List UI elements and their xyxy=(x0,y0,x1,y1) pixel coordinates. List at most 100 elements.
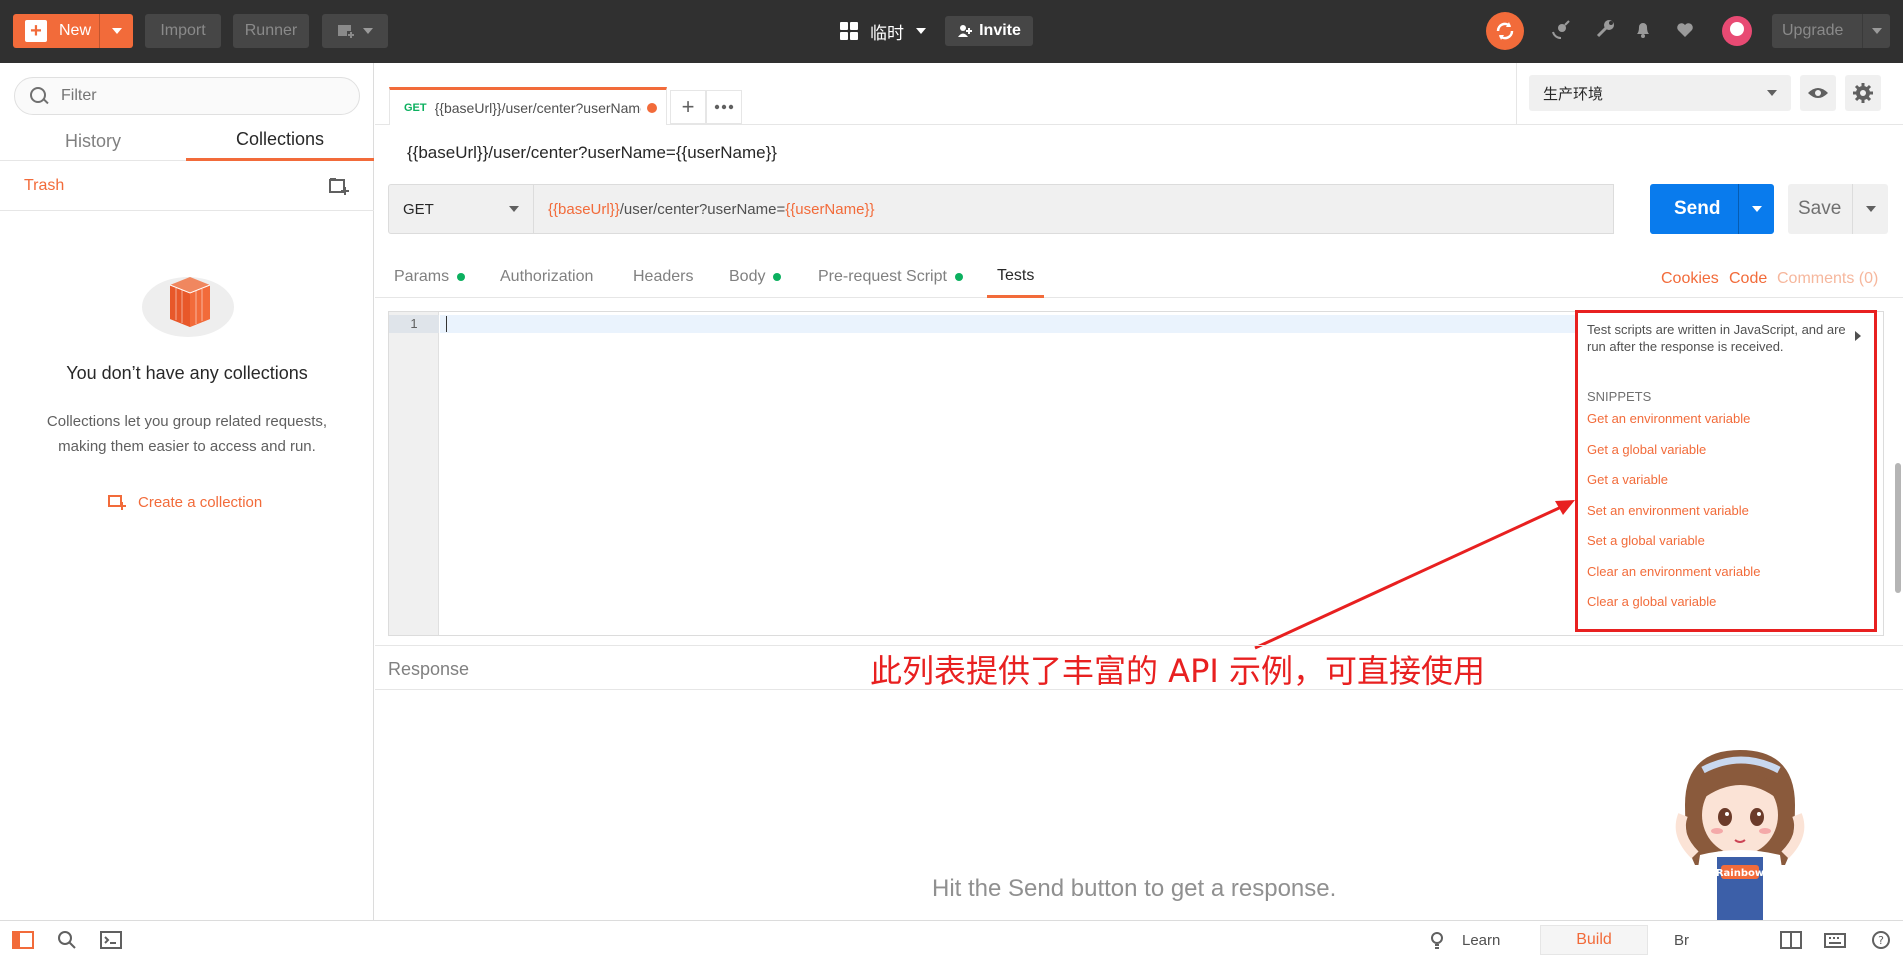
sync-status-button[interactable] xyxy=(1486,12,1524,50)
tab-tests[interactable]: Tests xyxy=(987,256,1045,298)
method-value: GET xyxy=(403,200,434,218)
send-dropdown[interactable] xyxy=(1738,184,1774,234)
filter-input[interactable] xyxy=(61,87,341,105)
line-number: 1 xyxy=(389,315,439,333)
chevron-down-icon xyxy=(1871,28,1882,34)
chevron-down-icon xyxy=(363,28,373,34)
environment-quicklook-button[interactable] xyxy=(1800,75,1836,111)
save-button[interactable]: Save xyxy=(1788,184,1888,234)
annotation-highlight-box xyxy=(1575,310,1877,632)
add-window-icon xyxy=(338,25,355,39)
two-pane-view-icon[interactable] xyxy=(1780,930,1802,950)
new-tab-button[interactable]: + xyxy=(670,90,706,124)
sync-icon xyxy=(1496,22,1514,40)
chevron-down-icon xyxy=(509,206,519,212)
status-dot xyxy=(954,273,963,281)
send-button[interactable]: Send xyxy=(1650,184,1774,234)
empty-collections-description: Collections let you group related reques… xyxy=(46,413,328,455)
line-gutter: 1 xyxy=(389,312,439,635)
toggle-sidebar-icon[interactable] xyxy=(12,930,34,950)
chevron-down-icon xyxy=(1767,90,1777,96)
plus-icon: + xyxy=(681,94,695,119)
environment-select[interactable]: 生产环境 xyxy=(1529,75,1791,111)
eye-icon xyxy=(1808,88,1828,98)
code-link[interactable]: Code xyxy=(1729,270,1767,288)
tab-pre-request-script[interactable]: Pre-request Script xyxy=(818,256,963,298)
svg-text:?: ? xyxy=(1878,934,1884,947)
user-avatar[interactable] xyxy=(1722,16,1752,46)
tab-pre-request-label: Pre-request Script xyxy=(818,268,947,285)
url-variable-baseurl: {{baseUrl}} xyxy=(548,200,620,218)
search-icon xyxy=(29,86,49,106)
invite-label: Invite xyxy=(979,22,1021,39)
save-dropdown[interactable] xyxy=(1852,184,1888,234)
filter-field[interactable] xyxy=(14,77,360,115)
status-bar: Learn Build Br ? xyxy=(0,920,1903,959)
send-label: Send xyxy=(1674,198,1721,219)
request-tab[interactable]: GET {{baseUrl}}/user/center?userName={{u… xyxy=(389,87,667,125)
tab-params[interactable]: Params xyxy=(394,256,466,298)
tab-headers[interactable]: Headers xyxy=(633,256,693,298)
trash-link[interactable]: Trash xyxy=(24,177,64,195)
workspace-switcher[interactable]: 临时 xyxy=(840,16,926,46)
upgrade-button[interactable]: Upgrade xyxy=(1772,14,1890,48)
find-replace-icon[interactable] xyxy=(56,930,78,950)
manage-environments-button[interactable] xyxy=(1845,75,1881,111)
satellite-icon[interactable] xyxy=(1548,18,1574,44)
create-collection-link[interactable]: Create a collection xyxy=(108,491,262,513)
trash-row: Trash xyxy=(0,161,374,211)
request-tab-bar: GET {{baseUrl}}/user/center?userName={{u… xyxy=(375,63,1903,125)
heart-icon[interactable] xyxy=(1672,18,1698,44)
tab-authorization[interactable]: Authorization xyxy=(500,256,593,298)
tab-params-label: Params xyxy=(394,268,450,285)
browse-button[interactable]: Br xyxy=(1674,932,1689,949)
status-dot xyxy=(773,273,782,281)
url-path: /user/center?userName= xyxy=(619,200,786,218)
tab-history[interactable]: History xyxy=(0,121,186,161)
help-icon[interactable]: ? xyxy=(1870,930,1892,950)
unsaved-dot xyxy=(646,102,657,113)
import-button[interactable]: Import xyxy=(145,14,221,48)
chevron-down-icon xyxy=(1865,206,1876,212)
empty-collections-illustration xyxy=(142,277,234,337)
console-icon[interactable] xyxy=(100,930,122,950)
new-collection-icon[interactable] xyxy=(328,175,350,197)
tab-body[interactable]: Body xyxy=(729,256,782,298)
new-window-button[interactable] xyxy=(322,14,388,48)
bell-icon[interactable] xyxy=(1630,18,1656,44)
svg-text:Rainbow: Rainbow xyxy=(1716,868,1764,879)
lightbulb-icon xyxy=(1431,932,1443,949)
sidebar-tabs: History Collections xyxy=(0,121,374,161)
runner-button[interactable]: Runner xyxy=(233,14,309,48)
chevron-down-icon xyxy=(111,28,122,34)
learn-button[interactable]: Learn xyxy=(1428,931,1500,949)
scrollbar[interactable] xyxy=(1895,463,1901,593)
tab-options-button[interactable] xyxy=(706,90,742,124)
tab-body-label: Body xyxy=(729,268,766,285)
environment-panel: 生产环境 xyxy=(1516,63,1903,125)
wrench-icon[interactable] xyxy=(1592,18,1618,44)
comments-link[interactable]: Comments (0) xyxy=(1777,270,1878,288)
invite-button[interactable]: Invite xyxy=(945,16,1033,46)
cookies-link[interactable]: Cookies xyxy=(1661,270,1719,288)
new-button[interactable]: + New xyxy=(13,14,133,48)
new-dropdown-button[interactable] xyxy=(99,14,133,48)
url-input[interactable]: {{baseUrl}} /user/center?userName= {{use… xyxy=(534,184,1614,234)
method-select[interactable]: GET xyxy=(388,184,534,234)
add-user-icon xyxy=(958,25,973,37)
upgrade-dropdown[interactable] xyxy=(1862,14,1890,48)
request-options-tabs: Params Authorization Headers Body Pre-re… xyxy=(375,256,1903,298)
learn-label: Learn xyxy=(1462,931,1501,949)
mascot-illustration: Rainbow xyxy=(1675,750,1805,920)
environment-selected: 生产环境 xyxy=(1543,85,1604,103)
create-collection-label: Create a collection xyxy=(138,493,263,511)
request-tab-method: GET xyxy=(404,101,427,114)
empty-collections-title: You don’t have any collections xyxy=(66,363,308,383)
tab-collections[interactable]: Collections xyxy=(186,121,374,161)
build-button[interactable]: Build xyxy=(1540,925,1648,955)
gear-icon xyxy=(1853,83,1873,103)
add-folder-icon xyxy=(108,495,126,510)
status-dot xyxy=(457,273,466,281)
plus-icon: + xyxy=(25,20,47,42)
keyboard-icon[interactable] xyxy=(1824,930,1846,950)
